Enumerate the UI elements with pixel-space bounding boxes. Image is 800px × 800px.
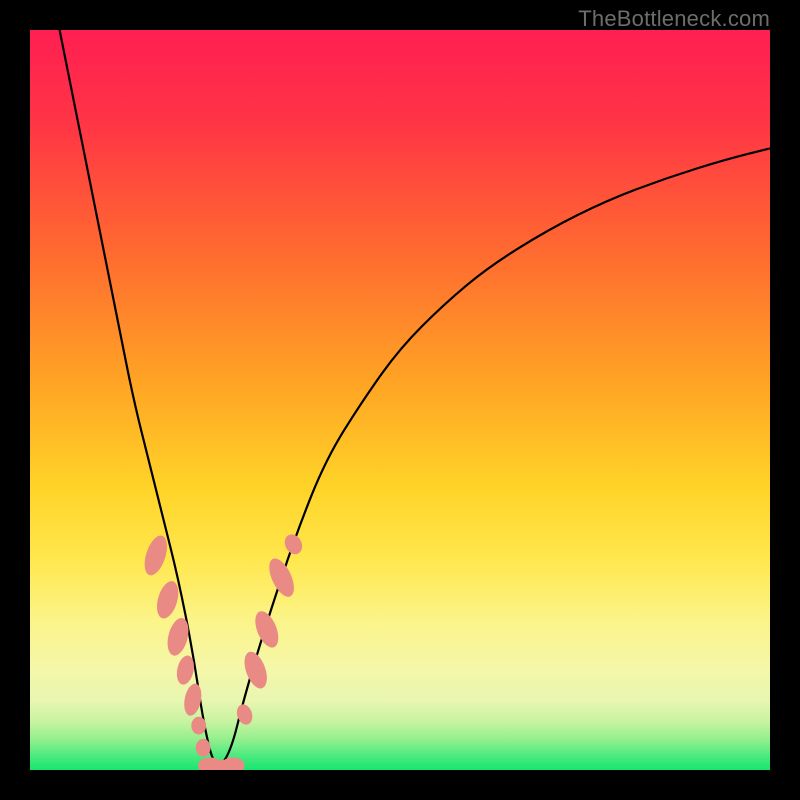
bottleneck-chart: [30, 30, 770, 770]
gradient-background: [30, 30, 770, 770]
plot-area: [30, 30, 770, 770]
data-marker: [191, 717, 206, 735]
attribution-label: TheBottleneck.com: [578, 6, 770, 32]
data-marker: [196, 739, 211, 757]
chart-frame: TheBottleneck.com: [0, 0, 800, 800]
